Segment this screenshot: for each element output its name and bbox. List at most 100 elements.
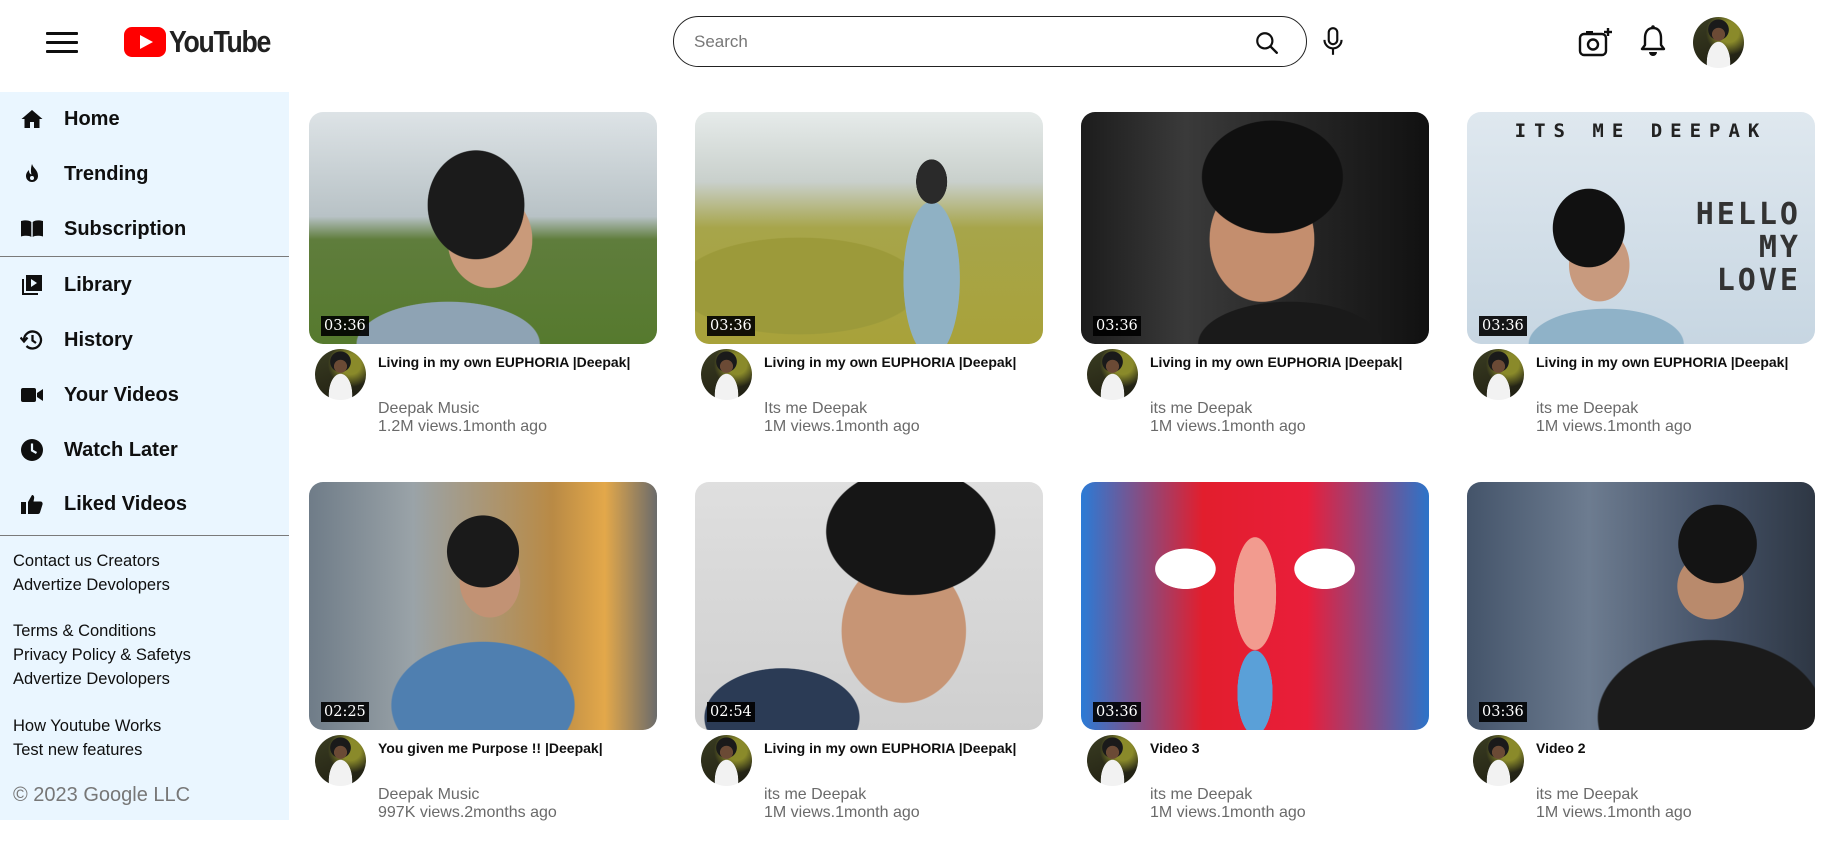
sidebar-item-library[interactable]: Library [0,263,289,307]
channel-name[interactable]: Deepak Music [378,786,479,804]
sidebar-item-your-videos[interactable]: Your Videos [0,373,289,417]
video-thumbnail[interactable]: 03:36 [309,112,657,344]
video-title[interactable]: Video 2 [1536,740,1586,756]
youtube-logo[interactable]: YouTube [124,24,287,60]
video-meta: 1M views.1month ago [1150,804,1306,821]
microphone-icon[interactable] [1320,26,1346,58]
sidebar-divider [0,256,289,257]
channel-avatar[interactable] [315,349,366,400]
video-duration: 03:36 [1093,702,1141,722]
video-thumbnail[interactable]: 02:54 [695,482,1043,730]
top-header: YouTube [0,0,1829,84]
footer-link-developers[interactable]: Devolopers [86,670,169,688]
video-meta: 1M views.1month ago [1536,804,1692,821]
sidebar-item-label: Watch Later [64,438,178,461]
channel-avatar[interactable] [315,735,366,786]
channel-avatar[interactable] [1087,735,1138,786]
copyright-text: © 2023 Google LLC [13,784,191,806]
video-duration: 03:36 [1479,702,1527,722]
footer-link-how-youtube-works[interactable]: How Youtube Works [13,717,161,736]
video-duration: 03:36 [321,316,369,336]
thumbnail-caption-line: MY [1758,230,1801,265]
video-title[interactable]: Living in my own EUPHORIA |Deepak| [764,740,1016,756]
video-meta: 1.2M views.1month ago [378,418,547,435]
video-meta: 997K views.2months ago [378,804,557,821]
footer-link-developers[interactable]: Devolopers [86,576,169,594]
footer-link-test-features[interactable]: Test new features [13,741,142,760]
footer-link-contact[interactable]: Contact us [13,552,92,570]
search-bar [673,16,1307,67]
video-duration: 03:36 [707,316,755,336]
sidebar-item-subscription[interactable]: Subscription [0,207,289,251]
channel-avatar[interactable] [1473,735,1524,786]
footer-line: Advertize Devolopers [13,576,170,595]
channel-avatar[interactable] [701,349,752,400]
channel-name[interactable]: Deepak Music [378,400,479,418]
sidebar-item-history[interactable]: History [0,318,289,362]
video-title[interactable]: You given me Purpose !! |Deepak| [378,740,603,756]
sidebar-item-liked-videos[interactable]: Liked Videos [0,482,289,526]
channel-avatar[interactable] [1087,349,1138,400]
thumbnail-caption-side: HELLO MY LOVE [1671,198,1801,297]
sidebar-item-label: Your Videos [64,383,179,406]
video-meta: 1M views.1month ago [1150,418,1306,435]
video-thumbnail[interactable]: 03:36 [1467,482,1815,730]
sidebar-item-trending[interactable]: Trending [0,152,289,196]
footer-link-creators[interactable]: Creators [96,552,159,570]
sidebar-item-label: Liked Videos [64,492,188,515]
footer-line: Contact us Creators [13,552,160,571]
channel-name[interactable]: its me Deepak [1150,400,1252,418]
footer-link-advertize[interactable]: Advertize [13,670,82,688]
video-title[interactable]: Living in my own EUPHORIA |Deepak| [1536,354,1788,370]
channel-avatar[interactable] [1473,349,1524,400]
thumbs-up-icon [21,495,43,514]
video-meta: 1M views.1month ago [764,804,920,821]
video-meta: 1M views.1month ago [1536,418,1692,435]
library-icon [22,275,42,295]
footer-link-privacy[interactable]: Privacy Policy & Safetys [13,646,191,665]
search-icon[interactable] [1254,30,1280,56]
create-video-icon[interactable] [1578,26,1614,58]
video-thumbnail[interactable]: 02:25 [309,482,657,730]
notification-bell-icon[interactable] [1638,24,1668,58]
video-duration: 03:36 [1479,316,1527,336]
user-avatar[interactable] [1693,17,1744,68]
video-camera-icon [21,388,43,402]
video-duration: 02:25 [321,702,369,722]
sidebar-item-label: Library [64,273,132,296]
sidebar-item-label: History [64,328,133,351]
thumbnail-caption-line: LOVE [1716,263,1801,298]
video-title[interactable]: Living in my own EUPHORIA |Deepak| [1150,354,1402,370]
channel-name[interactable]: Its me Deepak [764,400,867,418]
footer-link-advertize[interactable]: Advertize [13,576,82,594]
footer-line: Advertize Devolopers [13,670,170,689]
channel-avatar[interactable] [701,735,752,786]
sidebar-item-label: Home [64,107,120,130]
video-meta: 1M views.1month ago [764,418,920,435]
video-title[interactable]: Living in my own EUPHORIA |Deepak| [764,354,1016,370]
footer-link-terms[interactable]: Terms & Conditions [13,622,156,641]
fire-icon [26,164,38,182]
channel-name[interactable]: its me Deepak [1150,786,1252,804]
channel-name[interactable]: its me Deepak [764,786,866,804]
logo-text: YouTube [169,24,271,59]
video-thumbnail[interactable]: 03:36 [1081,112,1429,344]
sidebar-item-watch-later[interactable]: Watch Later [0,428,289,472]
book-icon [21,220,43,237]
history-icon [20,330,43,350]
play-logo-icon [124,27,166,57]
channel-name[interactable]: its me Deepak [1536,786,1638,804]
home-icon [21,110,43,128]
video-thumbnail[interactable]: ITS ME DEEPAK HELLO MY LOVE 03:36 [1467,112,1815,344]
hamburger-menu-icon[interactable] [46,29,78,55]
video-thumbnail[interactable]: 03:36 [1081,482,1429,730]
video-duration: 02:54 [707,702,755,722]
video-duration: 03:36 [1093,316,1141,336]
video-title[interactable]: Living in my own EUPHORIA |Deepak| [378,354,630,370]
sidebar-item-home[interactable]: Home [0,97,289,141]
channel-name[interactable]: its me Deepak [1536,400,1638,418]
search-input[interactable] [694,31,1234,52]
clock-icon [21,439,43,461]
video-thumbnail[interactable]: 03:36 [695,112,1043,344]
video-title[interactable]: Video 3 [1150,740,1200,756]
